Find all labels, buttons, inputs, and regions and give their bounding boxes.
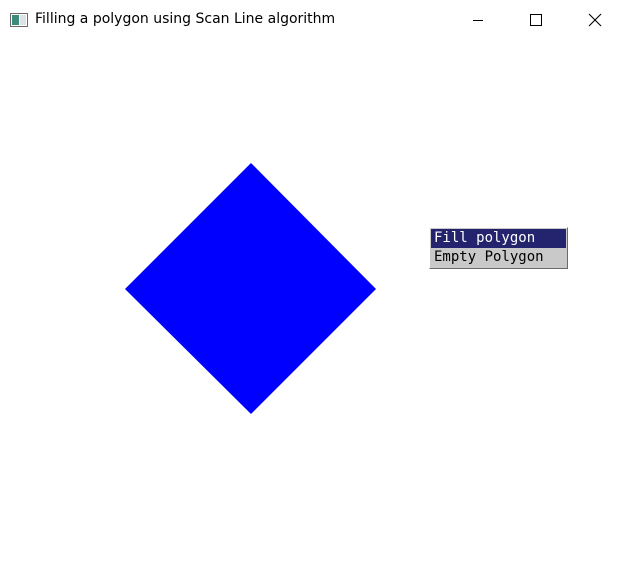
menu-item-fill-polygon[interactable]: Fill polygon	[431, 229, 566, 248]
minimize-button[interactable]	[449, 0, 507, 40]
minimize-icon	[472, 14, 484, 26]
close-icon	[588, 13, 602, 27]
drawing-canvas[interactable]	[0, 40, 624, 586]
app-icon	[10, 12, 28, 27]
canvas-svg	[125, 163, 376, 414]
title-bar[interactable]: Filling a polygon using Scan Line algori…	[0, 0, 624, 40]
maximize-button[interactable]	[507, 0, 565, 40]
menu-item-empty-polygon[interactable]: Empty Polygon	[431, 248, 566, 267]
window-title: Filling a polygon using Scan Line algori…	[35, 11, 336, 27]
filled-polygon	[125, 163, 376, 414]
close-button[interactable]	[566, 0, 624, 40]
maximize-icon	[530, 14, 542, 26]
app-window: Filling a polygon using Scan Line algori…	[0, 0, 624, 586]
context-menu: Fill polygon Empty Polygon	[429, 227, 568, 269]
